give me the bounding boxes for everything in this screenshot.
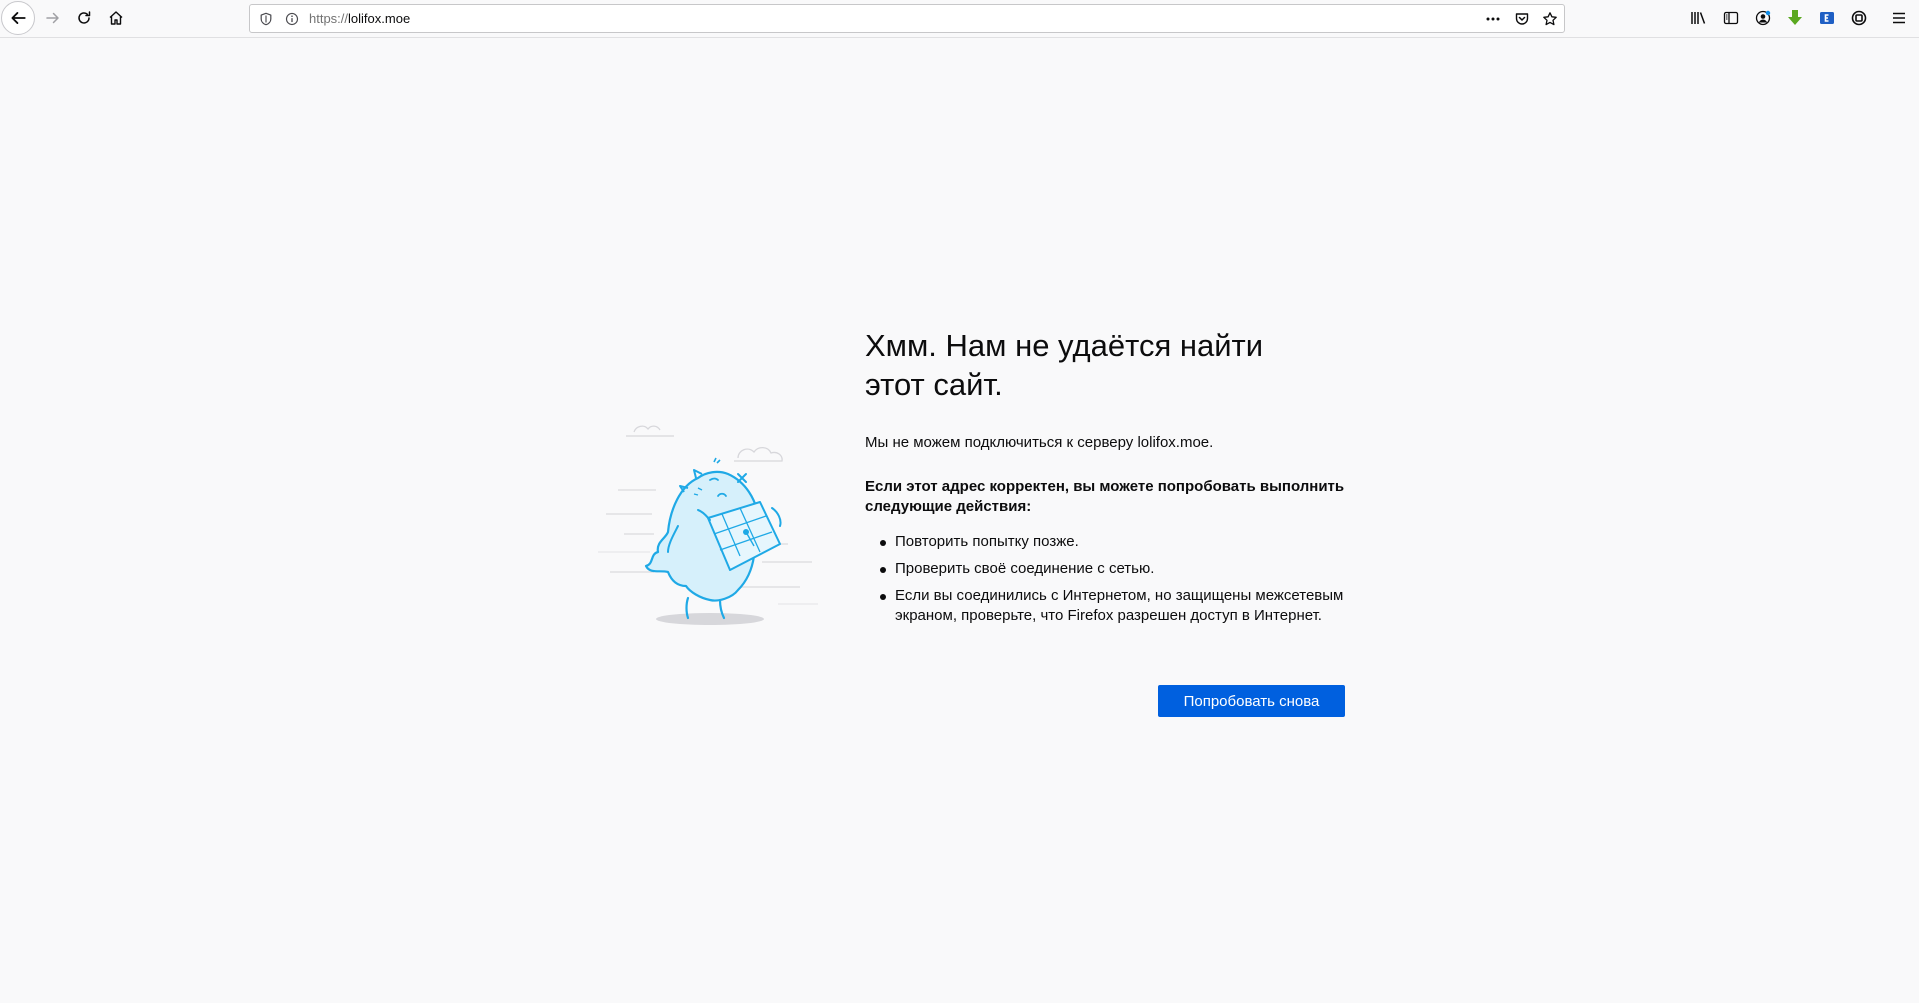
home-button[interactable]: [101, 4, 131, 32]
hamburger-menu-icon: [1893, 12, 1905, 24]
suggestion-item: Если вы соединились с Интернетом, но защ…: [880, 586, 1365, 626]
url-bar[interactable]: https://lolifox.moe: [249, 4, 1565, 33]
confused-monster-with-map-illustration: [598, 425, 818, 625]
suggestion-text: Проверить своё соединение с сетью.: [895, 560, 1155, 577]
library-button[interactable]: [1684, 4, 1714, 32]
account-button[interactable]: [1748, 4, 1778, 32]
star-icon[interactable]: [1541, 10, 1559, 28]
bullet: [880, 540, 886, 546]
sidebar-button[interactable]: [1716, 4, 1746, 32]
account-icon: [1755, 10, 1771, 26]
forward-button[interactable]: [38, 4, 68, 32]
extension-dark-button[interactable]: [1844, 4, 1874, 32]
arrow-right-icon: [46, 12, 59, 24]
shield-icon[interactable]: [257, 10, 275, 28]
arrow-left-icon: [11, 12, 26, 24]
extension-icon: [1851, 10, 1867, 26]
library-icon: [1691, 12, 1706, 24]
home-icon: [109, 11, 123, 25]
browser-toolbar: https://lolifox.moe: [0, 0, 1919, 38]
extension-icon: [1820, 12, 1834, 24]
url-scheme: https://: [309, 11, 349, 26]
url-text[interactable]: https://lolifox.moe: [309, 11, 410, 26]
url-host: lolifox.moe: [348, 11, 411, 26]
sidebar-icon: [1723, 11, 1739, 25]
download-extension-button[interactable]: [1780, 4, 1810, 32]
menu-button[interactable]: [1884, 4, 1914, 32]
suggestions-title: Если этот адрес корректен, вы можете поп…: [865, 478, 1345, 515]
bullet: [880, 594, 886, 600]
reload-icon: [78, 11, 91, 24]
try-again-button[interactable]: Попробовать снова: [1158, 685, 1345, 717]
back-button[interactable]: [1, 1, 35, 35]
suggestion-item: Повторить попытку позже.: [880, 532, 1365, 552]
page-title: Хмм. Нам не удаётся найти этот сайт.: [865, 328, 1264, 402]
info-icon[interactable]: [283, 10, 301, 28]
suggestion-text: Если вы соединились с Интернетом, но защ…: [895, 587, 1344, 624]
error-panel: Хмм. Нам не удаётся найти этот сайт. Мы …: [865, 326, 1365, 633]
suggestion-text: Повторить попытку позже.: [895, 533, 1079, 550]
download-arrow-icon: [1788, 10, 1802, 25]
pocket-icon[interactable]: [1513, 10, 1531, 28]
suggestions-list: Повторить попытку позже. Проверить своё …: [865, 532, 1365, 626]
error-illustration: [598, 422, 828, 627]
more-horizontal-icon[interactable]: [1484, 10, 1502, 28]
bullet: [880, 567, 886, 573]
suggestion-item: Проверить своё соединение с сетью.: [880, 559, 1365, 579]
error-description: Мы не можем подключиться к серверу lolif…: [865, 434, 1214, 451]
reload-button[interactable]: [69, 4, 99, 32]
extension-blue-button[interactable]: [1812, 4, 1842, 32]
